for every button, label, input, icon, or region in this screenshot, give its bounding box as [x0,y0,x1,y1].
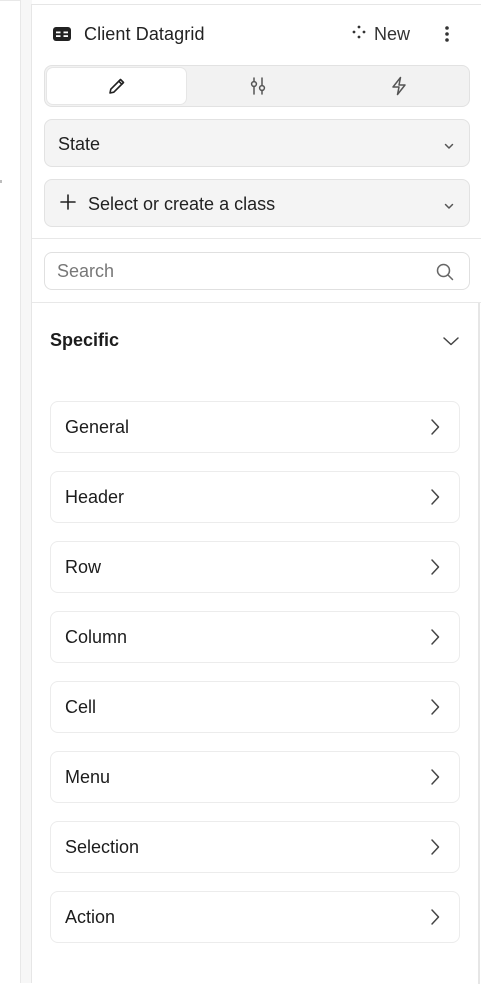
table-icon [52,26,72,42]
tab-settings[interactable] [188,68,327,104]
search-input[interactable] [57,259,417,283]
divider [32,238,481,239]
chevron-right-icon [429,698,441,721]
accordion-item-column[interactable]: Column [50,611,460,663]
accordion-item-row[interactable]: Row [50,541,460,593]
more-options-button[interactable] [438,21,456,47]
style-panel: Client Datagrid New State Select or crea… [31,4,481,984]
chevron-right-icon [429,628,441,651]
accordion-item-header[interactable]: Header [50,471,460,523]
accordion-item-general[interactable]: General [50,401,460,453]
canvas-edge [0,0,21,983]
panel-tabs [44,65,470,107]
search-box [44,252,470,290]
accordion-item-label: Column [65,627,128,647]
accordion-item-label: Header [65,487,125,507]
plus-icon [59,193,77,216]
chevron-right-icon [429,768,441,791]
more-vertical-icon [438,26,456,51]
scrollbar-track[interactable] [478,303,480,984]
chevron-right-icon [429,838,441,861]
accordion-item-label: Menu [65,767,111,787]
class-select[interactable]: Select or create a class [44,179,470,227]
section-specific-header[interactable]: Specific [50,323,460,357]
accordion-item-action[interactable]: Action [50,891,460,943]
tab-interactions[interactable] [329,68,468,104]
tab-style[interactable] [47,68,186,104]
chevron-down-icon [442,334,460,352]
divider [32,302,481,303]
accordion-item-label: Row [65,557,102,577]
canvas-marker [0,180,2,183]
accordion-item-selection[interactable]: Selection [50,821,460,873]
component-title: Client Datagrid [84,24,205,44]
chevron-down-icon [443,138,455,156]
move-icon [352,25,366,44]
search-icon[interactable] [435,262,455,287]
accordion-item-label: General [65,417,130,437]
new-button[interactable]: New [352,21,410,47]
accordion-item-label: Action [65,907,116,927]
accordion-item-label: Selection [65,837,140,857]
class-select-value: Select or create a class [88,194,276,214]
state-select[interactable]: State [44,119,470,167]
accordion-item-cell[interactable]: Cell [50,681,460,733]
panel-header: Client Datagrid New [32,5,481,65]
chevron-right-icon [429,908,441,931]
accordion-item-menu[interactable]: Menu [50,751,460,803]
accordion-item-label: Cell [65,697,97,717]
new-button-label: New [374,23,411,44]
state-select-value: State [58,134,101,154]
chevron-right-icon [429,418,441,441]
chevron-right-icon [429,558,441,581]
chevron-down-icon [443,198,455,216]
chevron-right-icon [429,488,441,511]
section-title: Specific [50,330,120,350]
